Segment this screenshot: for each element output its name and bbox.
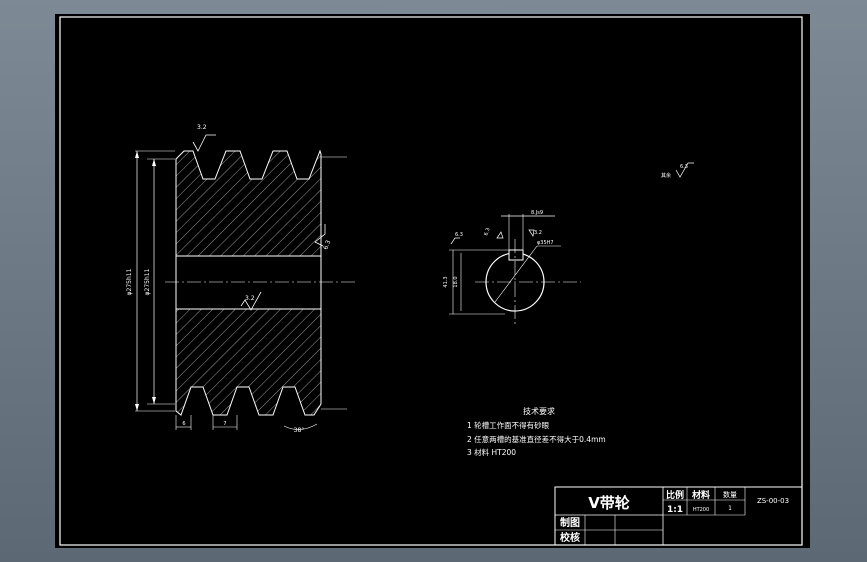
drawing-number: ZS-00-03 [757, 497, 789, 505]
tech-requirement-item: 1 轮槽工作面不得有砂眼 [467, 420, 550, 430]
dim-bottom-left: 6 [182, 421, 185, 427]
general-roughness-label: 其余 [661, 172, 671, 179]
keyway-slot [508, 249, 524, 261]
title-block: V带轮 比例 材料 数量 1:1 HT200 1 ZS-00-03 制图 校核 [554, 486, 803, 546]
checked-by-label: 校核 [560, 531, 580, 544]
key-depth-lower-label: 18.0 [453, 276, 459, 287]
pulley-front-view: φ275h11 φ275h11 3.2 6.3 3.2 6 7 38° [126, 124, 355, 434]
tech-requirements-title: 技术要求 [523, 406, 555, 416]
pulley-lower-section [175, 308, 322, 416]
outer-dia-label: φ275h11 [126, 268, 133, 295]
tech-requirement-item: 2 任意两槽的基准直径差不得大于0.4mm [467, 434, 606, 444]
roughness-left-value: 6.3 [483, 227, 491, 237]
cad-drawing-viewport[interactable]: φ275h11 φ275h11 3.2 6.3 3.2 6 7 38° 8.Js… [55, 14, 810, 548]
general-roughness-value: 6.3 [680, 164, 688, 170]
tech-requirements: 技术要求 1 轮槽工作面不得有砂眼 2 任意两槽的基准直径差不得大于0.4mm … [467, 406, 606, 457]
drawing-canvas: φ275h11 φ275h11 3.2 6.3 3.2 6 7 38° 8.Js… [59, 16, 803, 546]
bore-dia-label: φ35H7 [537, 240, 554, 246]
inner-dia-label: φ275h11 [144, 268, 151, 295]
drawn-by-label: 制图 [560, 516, 580, 529]
qty-header: 数量 [723, 490, 737, 499]
scale-value: 1:1 [667, 505, 683, 515]
scale-header: 比例 [666, 489, 684, 501]
hub-section-view: 8.Js9 3.2 6.3 φ35H7 41.3 18.0 6.3 [443, 210, 581, 324]
roughness-bore-value: 3.2 [245, 295, 255, 302]
groove-angle-label: 38° [294, 427, 305, 434]
roughness-side-value: 6.3 [322, 239, 332, 251]
dim-bottom-mid: 7 [223, 421, 226, 427]
tech-requirement-item: 3 材料 HT200 [467, 447, 516, 457]
general-roughness-note: 其余 6.3 [661, 162, 694, 179]
part-name: V带轮 [588, 494, 630, 512]
roughness-top-value: 3.2 [197, 124, 207, 131]
roughness-hub-left: 6.3 [455, 232, 463, 238]
material-value: HT200 [693, 507, 709, 513]
pulley-upper-section [175, 149, 322, 257]
qty-value: 1 [728, 505, 732, 512]
roughness-symbol-top [192, 134, 216, 152]
key-depth-upper-label: 41.3 [443, 276, 449, 287]
drawing-border [59, 16, 803, 546]
keyway-width-label: 8.Js9 [531, 210, 543, 216]
material-header: 材料 [691, 489, 710, 501]
roughness-keyway-value: 3.2 [534, 230, 542, 236]
